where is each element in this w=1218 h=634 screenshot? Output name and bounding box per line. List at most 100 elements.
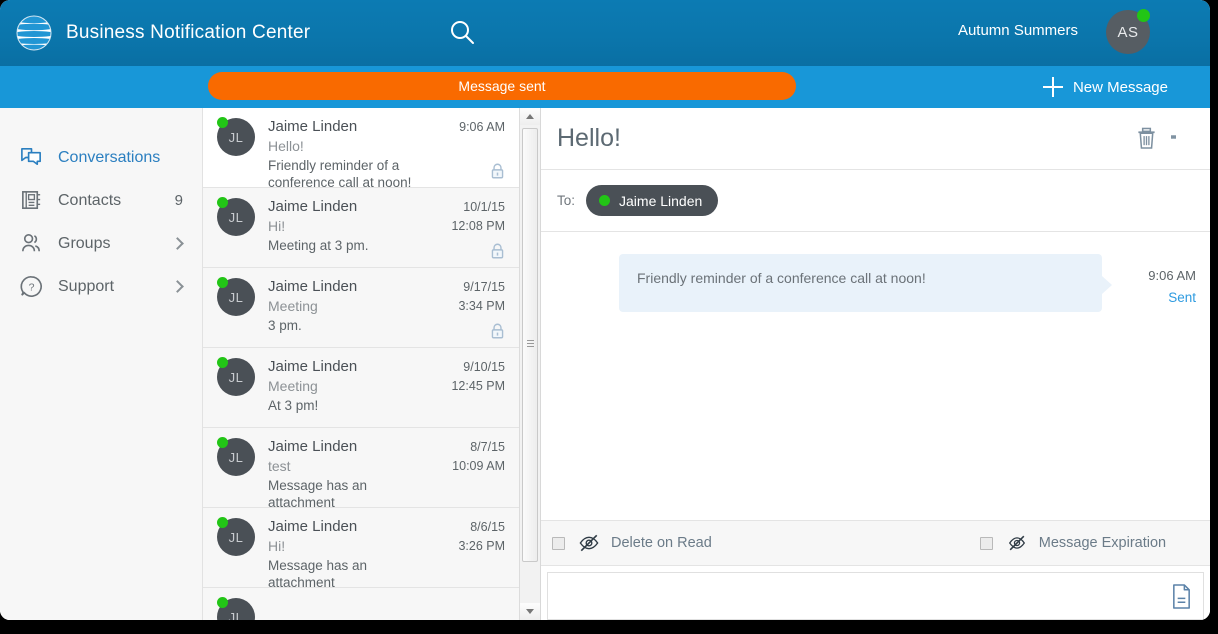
conversation-preview: At 3 pm! [268, 398, 319, 413]
support-question-icon: ? [18, 274, 44, 300]
contact-avatar: JL [217, 117, 257, 158]
conversation-sender: Jaime Linden [268, 358, 358, 375]
conversation-preview: Friendly reminder of a conference call a… [268, 158, 412, 190]
conversation-list-item[interactable]: JL [203, 588, 519, 620]
conversation-timestamp: 9:06 AM [459, 118, 505, 137]
conversation-sender: Jaime Linden [268, 198, 358, 215]
delete-on-read-checkbox[interactable] [552, 536, 565, 550]
sidebar-item-contacts[interactable]: Contacts 9 [0, 179, 202, 222]
conversation-list-item[interactable]: JL Jaime Linden Hi! Meeting at 3 pm. 10/1/15… [203, 188, 519, 268]
message-options-bar: Delete on Read Message Expiration [541, 520, 1210, 566]
conversation-sender: Jaime Linden [268, 278, 358, 295]
sidebar-item-support[interactable]: ? Support [0, 265, 202, 308]
scroll-up-button[interactable] [520, 108, 540, 125]
conversation-timestamp: 9/17/15 3:34 PM [458, 278, 505, 316]
message-status[interactable]: Sent [1124, 288, 1196, 308]
conversation-timestamp: 9/10/15 12:45 PM [451, 358, 505, 396]
message-input[interactable] [548, 573, 1159, 619]
sidebar-item-label: Contacts [58, 191, 122, 209]
new-message-button[interactable]: New Message [1042, 66, 1168, 108]
conversation-preview: Message has an attachment [268, 478, 368, 510]
trash-icon[interactable] [1136, 127, 1157, 150]
svg-text:?: ? [28, 281, 34, 293]
screen: Business Notification Center Autumn Summ… [0, 0, 1218, 634]
conversation-sender: Jaime Linden [268, 518, 358, 535]
delete-on-read-option[interactable]: Delete on Read [552, 533, 712, 553]
search-icon[interactable] [447, 18, 477, 48]
conversation-list-item[interactable]: JL Jaime Linden Meeting 3 pm. 9/17/15 3:34 PM [203, 268, 519, 348]
action-bar: Message sent New Message [0, 66, 1210, 108]
eye-slash-icon [1006, 533, 1028, 553]
conversation-list-item[interactable]: JL Jaime Linden Hi! Message has an attachme… [203, 508, 519, 590]
conversation-list-item[interactable]: JL Jaime Linden test Message has an attachm… [203, 428, 519, 510]
conversation-list[interactable]: JL Jaime Linden Hello! Friendly reminder of… [203, 108, 519, 620]
groups-people-icon [18, 231, 44, 257]
contact-avatar: JL [217, 517, 257, 558]
conversation-list-column: JL Jaime Linden Hello! Friendly reminder of… [203, 108, 541, 620]
avatar[interactable]: AS [1106, 9, 1152, 56]
conversation-time: 10:09 AM [452, 459, 505, 473]
presence-indicator-online [217, 357, 228, 368]
status-banner: Message sent [208, 72, 796, 100]
conversation-time: 3:26 PM [458, 539, 505, 553]
to-label: To: [557, 193, 576, 208]
conversation-time: 3:34 PM [458, 299, 505, 313]
conversation-sender: Jaime Linden [268, 118, 358, 135]
lock-icon [490, 163, 505, 179]
sidebar-item-label: Groups [58, 234, 111, 252]
scrollbar-grip-icon [527, 340, 534, 350]
app-body: Conversations Contacts 9 Groups ? Suppor… [0, 108, 1210, 620]
thread-header-actions [1136, 127, 1177, 150]
presence-indicator-online [217, 597, 228, 608]
eye-slash-icon [578, 533, 600, 553]
conversation-preview: Message has an attachment [268, 558, 368, 590]
chevron-right-icon [171, 280, 184, 293]
caret-up-icon [526, 114, 534, 119]
message-row: Friendly reminder of a conference call a… [541, 254, 1210, 312]
conversation-date: 10/1/15 [463, 200, 505, 214]
delete-on-read-label: Delete on Read [611, 535, 712, 551]
app-header: Business Notification Center Autumn Summ… [0, 0, 1210, 66]
scroll-down-button[interactable] [520, 603, 540, 620]
conversation-time: 12:45 PM [451, 379, 505, 393]
presence-indicator-online [217, 117, 228, 128]
message-time: 9:06 AM [1148, 268, 1196, 283]
message-expiration-checkbox[interactable] [979, 536, 993, 550]
recipient-name: Jaime Linden [619, 192, 703, 209]
contact-avatar: JL [217, 357, 257, 398]
presence-indicator-online [217, 437, 228, 448]
conversation-sender: Jaime Linden [268, 438, 358, 455]
document-icon[interactable] [1159, 573, 1203, 619]
kebab-menu-icon[interactable] [1171, 134, 1177, 143]
message-meta: 9:06 AM Sent [1124, 254, 1196, 308]
presence-indicator-online [217, 277, 228, 288]
recipient-row: To: Jaime Linden [541, 170, 1210, 232]
caret-down-icon [526, 609, 534, 614]
sidebar-item-conversations[interactable]: Conversations [0, 136, 202, 179]
contact-avatar: JL [217, 437, 257, 478]
message-thread: Friendly reminder of a conference call a… [541, 232, 1210, 520]
message-expiration-option[interactable]: Message Expiration [979, 533, 1166, 553]
conversation-subject: Hello! [268, 138, 304, 154]
user-name[interactable]: Autumn Summers [958, 22, 1078, 39]
recipient-chip[interactable]: Jaime Linden [586, 185, 719, 216]
conversation-list-item[interactable]: JL Jaime Linden Hello! Friendly reminder of… [203, 108, 519, 190]
contacts-book-icon [18, 188, 44, 214]
conversation-subject: Hi! [268, 538, 286, 554]
contacts-count-badge: 9 [174, 192, 183, 209]
conversation-list-item[interactable]: JL Jaime Linden Meeting At 3 pm! 9/10/15 12:4… [203, 348, 519, 428]
sidebar-item-label: Support [58, 277, 115, 295]
contact-avatar: JL [217, 597, 257, 620]
thread-title: Hello! [557, 124, 621, 152]
conversation-list-scrollbar[interactable] [519, 108, 540, 620]
conversation-subject: Meeting [268, 378, 318, 394]
conversation-timestamp: 10/1/15 12:08 PM [451, 198, 505, 236]
chevron-right-icon [171, 237, 184, 250]
lock-icon [490, 243, 505, 259]
message-bubble-wrap: Friendly reminder of a conference call a… [619, 254, 1112, 312]
message-bubble: Friendly reminder of a conference call a… [619, 254, 1112, 312]
scrollbar-thumb[interactable] [522, 128, 538, 562]
sidebar-item-groups[interactable]: Groups [0, 222, 202, 265]
conversation-subject: Meeting [268, 298, 318, 314]
presence-indicator-online [1137, 9, 1150, 22]
